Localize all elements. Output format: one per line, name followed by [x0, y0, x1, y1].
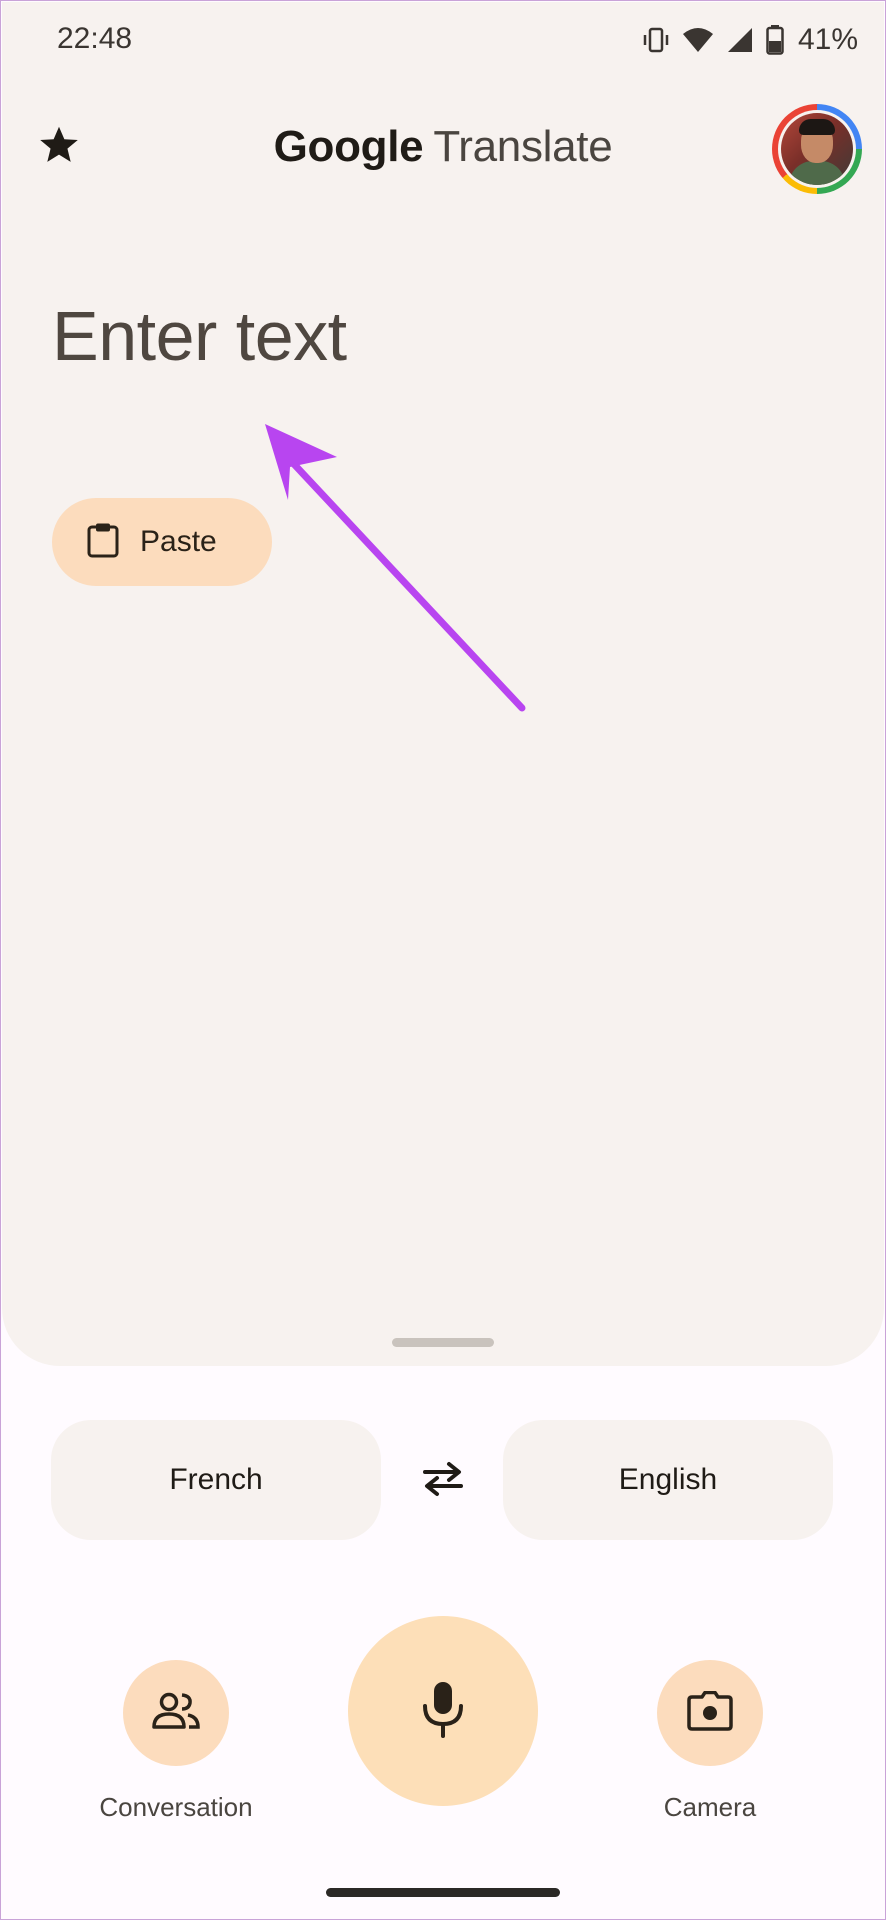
camera-icon [687, 1690, 733, 1736]
swap-arrows-icon [419, 1459, 467, 1504]
status-time: 22:48 [57, 22, 133, 55]
wifi-icon [682, 26, 714, 54]
conversation-label: Conversation [99, 1792, 253, 1822]
battery-percent: 41% [797, 23, 858, 56]
conversation-button[interactable] [123, 1660, 229, 1766]
text-input-placeholder[interactable]: Enter text [52, 296, 347, 376]
status-bar: 22:48 41% [0, 0, 886, 80]
microphone-button[interactable] [348, 1616, 538, 1806]
app-title-product: Translate [433, 122, 613, 171]
home-indicator[interactable] [326, 1888, 560, 1897]
app-bar: Google Translate [0, 96, 886, 206]
people-icon [151, 1691, 201, 1736]
account-avatar-button[interactable] [772, 104, 862, 194]
target-language-label: English [618, 1463, 718, 1496]
target-language-button[interactable]: English [503, 1420, 833, 1540]
signal-icon [726, 26, 754, 54]
mic-icon [420, 1680, 466, 1743]
app-title-brand: Google [273, 122, 424, 171]
camera-button[interactable] [657, 1660, 763, 1766]
swap-languages-button[interactable] [412, 1450, 474, 1512]
camera-label: Camera [663, 1792, 757, 1822]
app-title: Google Translate [0, 122, 886, 172]
drag-handle[interactable] [392, 1338, 494, 1347]
clipboard-icon [86, 522, 120, 563]
source-language-button[interactable]: French [51, 1420, 381, 1540]
input-surface[interactable] [2, 2, 884, 1366]
vibrate-icon [642, 26, 670, 54]
paste-label: Paste [140, 525, 217, 558]
paste-button[interactable]: Paste [52, 498, 272, 586]
status-icons: 41% [642, 22, 858, 58]
source-language-label: French [169, 1463, 263, 1496]
battery-icon [766, 25, 784, 55]
avatar [781, 113, 853, 185]
